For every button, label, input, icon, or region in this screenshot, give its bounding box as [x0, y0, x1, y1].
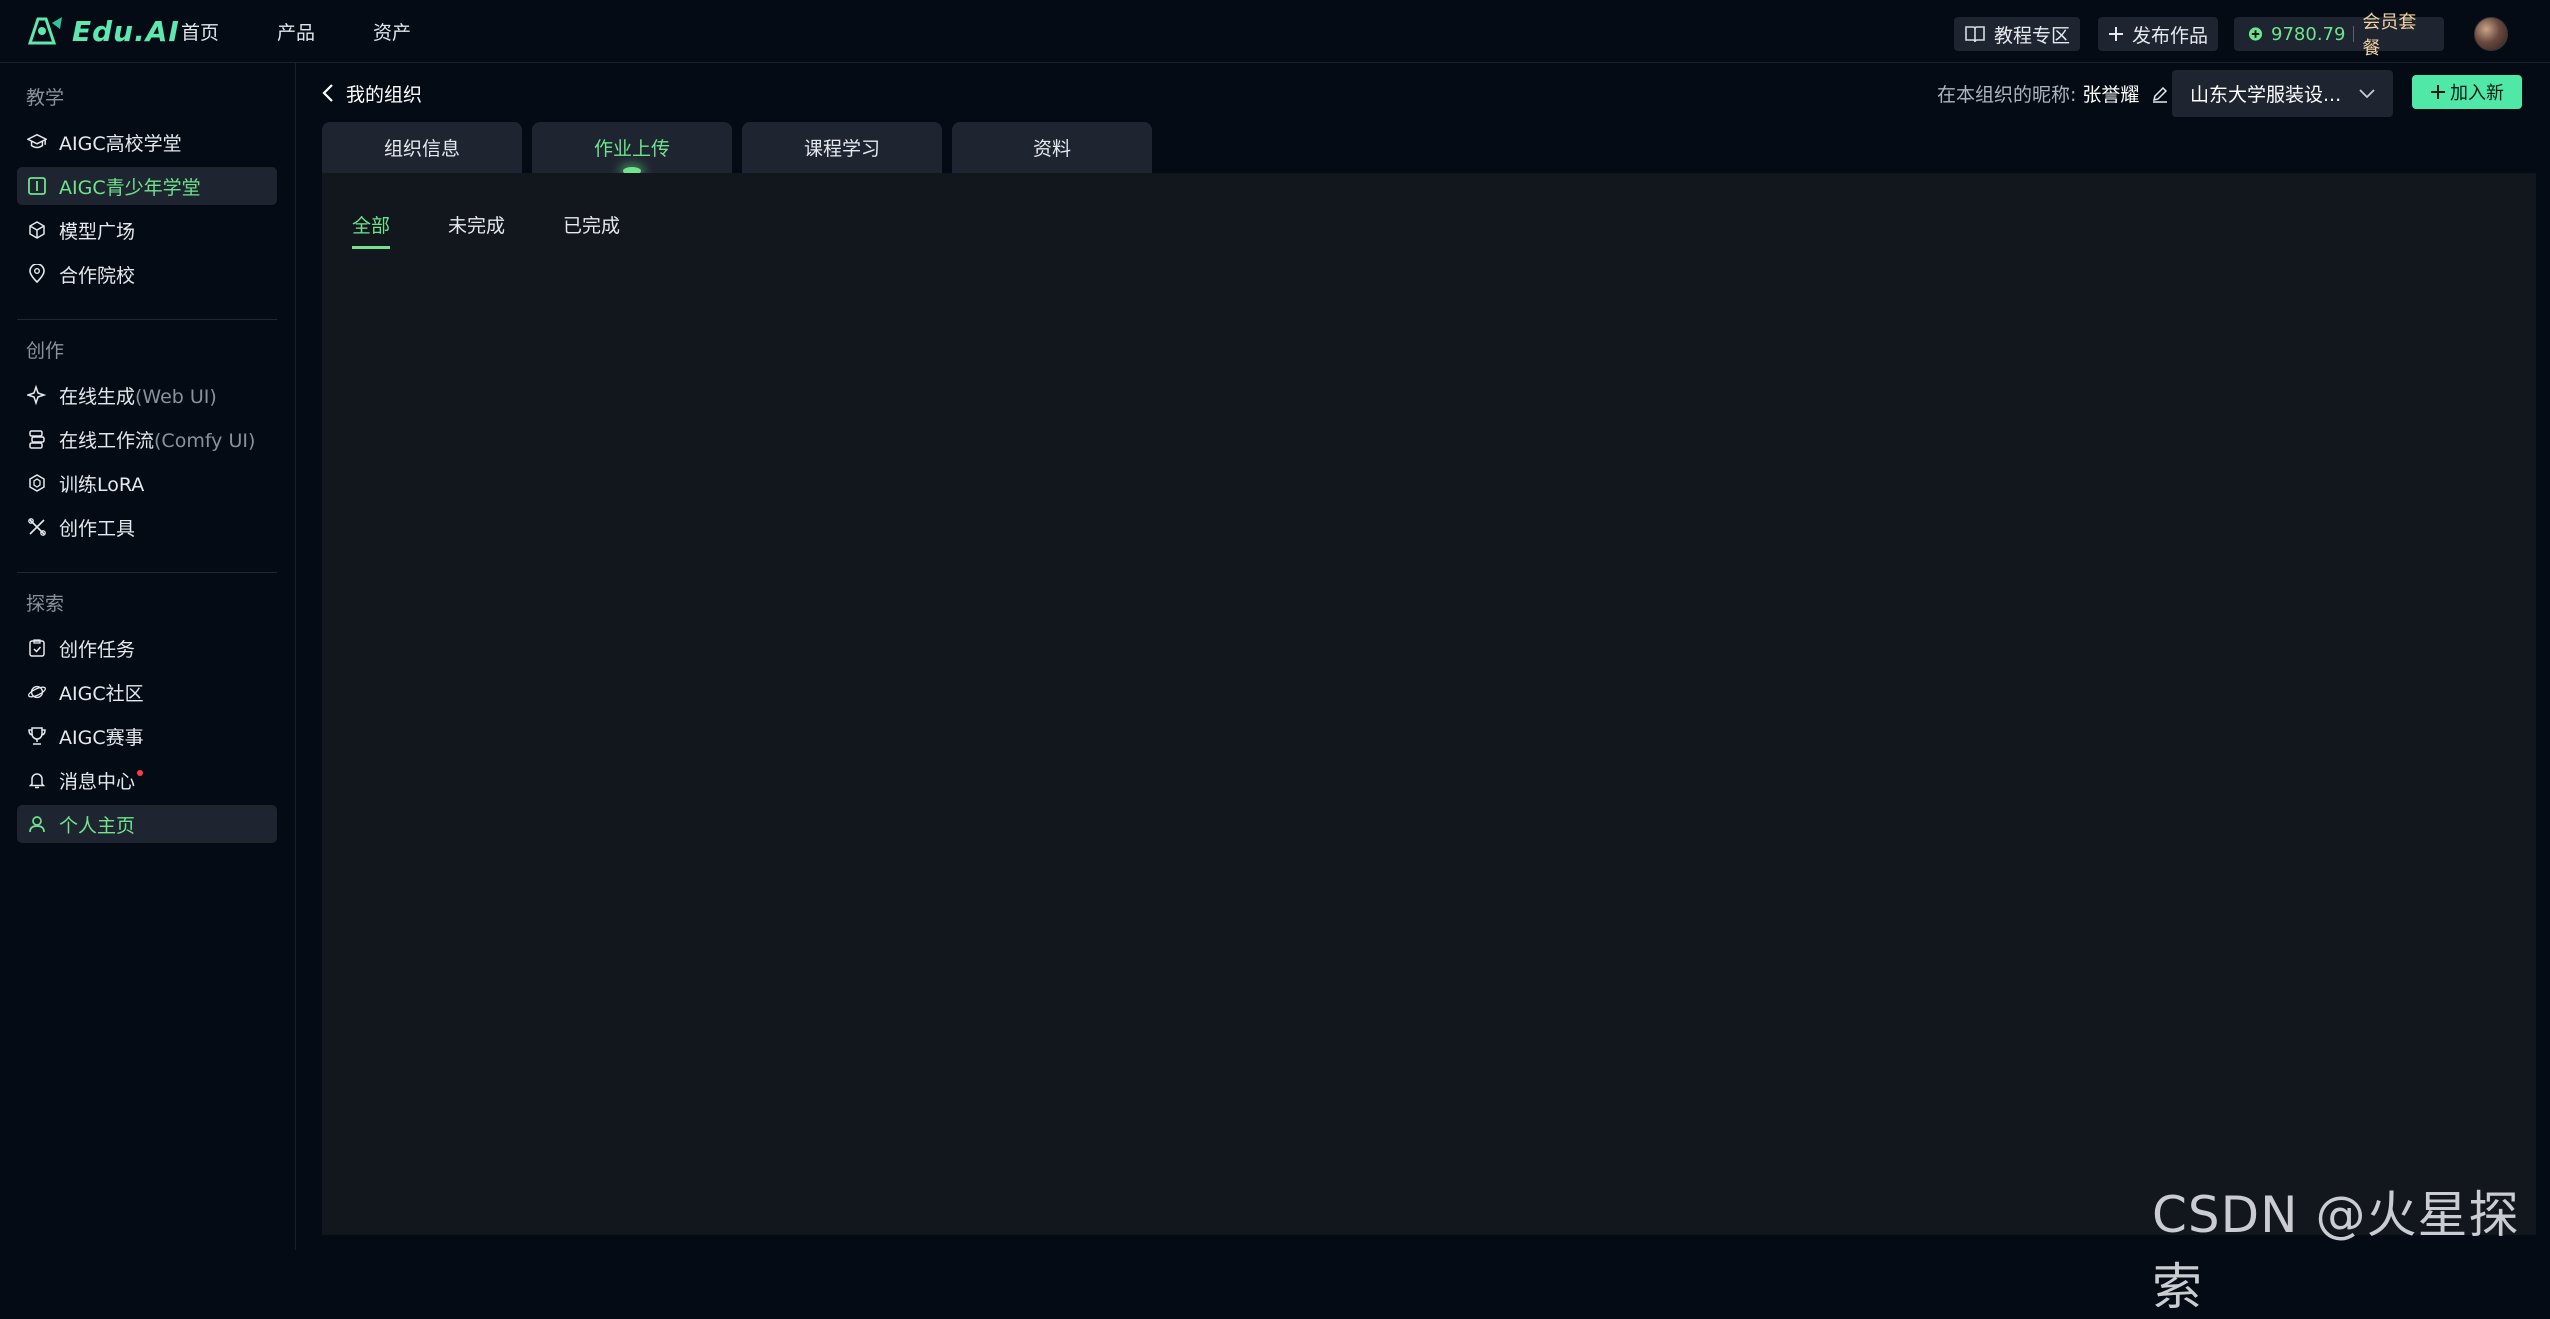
plus-icon	[2109, 27, 2123, 41]
sidebar-item-community[interactable]: AIGC社区	[17, 673, 277, 711]
layers-icon	[27, 473, 47, 493]
sidebar-item-label: 模型广场	[59, 220, 136, 243]
nickname-area: 在本组织的昵称: 张誉耀	[1937, 80, 2169, 107]
bell-icon	[27, 770, 47, 790]
user-icon	[27, 814, 47, 834]
sidebar-item-suffix: (Web UI)	[135, 385, 217, 408]
organization-select[interactable]: 山东大学服装设...	[2172, 70, 2393, 117]
sidebar-item-label: 训练LoRA	[59, 473, 145, 496]
top-nav: 首页 产品 资产	[181, 0, 411, 63]
sidebar-item-youth-academy[interactable]: AIGC青少年学堂	[17, 167, 277, 205]
cube-icon	[27, 220, 47, 240]
graduation-cap-icon	[27, 132, 47, 152]
sidebar-item-online-generate[interactable]: 在线生成(Web UI)	[17, 376, 277, 414]
subtab-all[interactable]: 全部	[352, 211, 391, 249]
planet-icon	[27, 682, 47, 702]
tab-homework-upload[interactable]: 作业上传	[532, 122, 732, 173]
open-book-icon	[1965, 26, 1985, 43]
sidebar-item-train-lora[interactable]: 训练LoRA	[17, 464, 277, 502]
nav-products[interactable]: 产品	[277, 18, 315, 45]
coin-icon	[2248, 27, 2263, 41]
sidebar-item-profile[interactable]: 个人主页	[17, 805, 277, 843]
sidebar-item-label: 在线生成	[59, 385, 136, 408]
plus-icon	[2431, 85, 2445, 99]
tab-materials[interactable]: 资料	[952, 122, 1152, 173]
sidebar-item-suffix: (Comfy UI)	[154, 429, 256, 452]
page-title: 我的组织	[346, 83, 423, 106]
content-panel: 全部 未完成 已完成	[322, 173, 2536, 1235]
divider	[17, 572, 277, 573]
sidebar-item-label: 创作任务	[59, 638, 136, 661]
top-bar: Edu.AI 首页 产品 资产 教程专区 发布作品 9780.79 会员套餐	[0, 0, 2550, 63]
workflow-icon	[27, 429, 47, 449]
sidebar-item-label: AIGC社区	[59, 682, 144, 705]
notification-dot	[137, 770, 144, 776]
chevron-left-icon	[322, 84, 333, 102]
sidebar-item-university-academy[interactable]: AIGC高校学堂	[17, 123, 277, 161]
nickname-label: 在本组织的昵称:	[1937, 84, 2077, 106]
sidebar-item-label: 创作工具	[59, 517, 136, 540]
sidebar-item-label: 消息中心	[59, 770, 136, 793]
chevron-down-icon	[2359, 88, 2375, 98]
publish-button[interactable]: 发布作品	[2098, 17, 2219, 51]
sidebar: 教学 AIGC高校学堂 AIGC青少年学堂 模型广场 合作院校 创作 在线生成(…	[0, 63, 296, 1250]
section-title-explore: 探索	[26, 593, 65, 615]
nickname-value: 张誉耀	[2082, 84, 2140, 106]
sidebar-item-label: AIGC赛事	[59, 726, 144, 749]
section-title-teaching: 教学	[26, 87, 65, 109]
book-icon	[27, 176, 47, 196]
sidebar-item-message-center[interactable]: 消息中心	[17, 761, 277, 799]
watermark: CSDN @火星探索	[2152, 1186, 2520, 1316]
sidebar-item-competitions[interactable]: AIGC赛事	[17, 717, 277, 755]
divider	[17, 319, 277, 320]
back-to-my-org[interactable]: 我的组织	[322, 78, 422, 108]
section-title-creation: 创作	[26, 340, 65, 362]
edit-icon[interactable]	[2151, 85, 2169, 103]
nav-home[interactable]: 首页	[181, 18, 219, 45]
sidebar-item-creation-tasks[interactable]: 创作任务	[17, 629, 277, 667]
tab-org-info[interactable]: 组织信息	[322, 122, 522, 173]
tutorial-button[interactable]: 教程专区	[1954, 17, 2081, 51]
sidebar-item-label: 个人主页	[59, 814, 136, 837]
sidebar-item-label: AIGC青少年学堂	[59, 176, 201, 199]
status-filter-tabs: 全部 未完成 已完成	[352, 211, 620, 249]
sidebar-item-online-workflow[interactable]: 在线工作流(Comfy UI)	[17, 420, 277, 458]
divider	[2353, 26, 2355, 42]
points-value: 9780.79	[2271, 23, 2346, 45]
sidebar-item-label: AIGC高校学堂	[59, 132, 182, 155]
subtab-incomplete[interactable]: 未完成	[448, 211, 505, 249]
points-vip-box[interactable]: 9780.79 会员套餐	[2234, 12, 2444, 59]
sidebar-item-label: 在线工作流	[59, 429, 155, 452]
tutorial-label: 教程专区	[1994, 24, 2071, 47]
avatar[interactable]	[2474, 17, 2508, 51]
join-new-org-button[interactable]: 加入新	[2412, 75, 2522, 109]
subtab-completed[interactable]: 已完成	[563, 211, 620, 249]
trophy-icon	[27, 726, 47, 746]
clipboard-icon	[27, 638, 47, 658]
location-pin-icon	[27, 264, 47, 284]
vip-package-link[interactable]: 会员套餐	[2362, 8, 2430, 60]
logo[interactable]: Edu.AI	[26, 12, 180, 50]
tab-course-study[interactable]: 课程学习	[742, 122, 942, 173]
sidebar-item-label: 合作院校	[59, 264, 136, 287]
logo-icon	[27, 17, 62, 45]
sidebar-item-creation-tools[interactable]: 创作工具	[17, 508, 277, 546]
nav-assets[interactable]: 资产	[373, 18, 411, 45]
tools-icon	[27, 517, 47, 537]
organization-selected-value: 山东大学服装设...	[2190, 84, 2342, 106]
main-tabs: 组织信息 作业上传 课程学习 资料	[322, 122, 1152, 173]
sidebar-item-partner-schools[interactable]: 合作院校	[17, 255, 277, 293]
sparkle-icon	[27, 385, 47, 405]
logo-text: Edu.AI	[72, 14, 180, 48]
publish-label: 发布作品	[2132, 24, 2209, 47]
join-label: 加入新	[2450, 83, 2504, 104]
sidebar-item-model-square[interactable]: 模型广场	[17, 211, 277, 249]
